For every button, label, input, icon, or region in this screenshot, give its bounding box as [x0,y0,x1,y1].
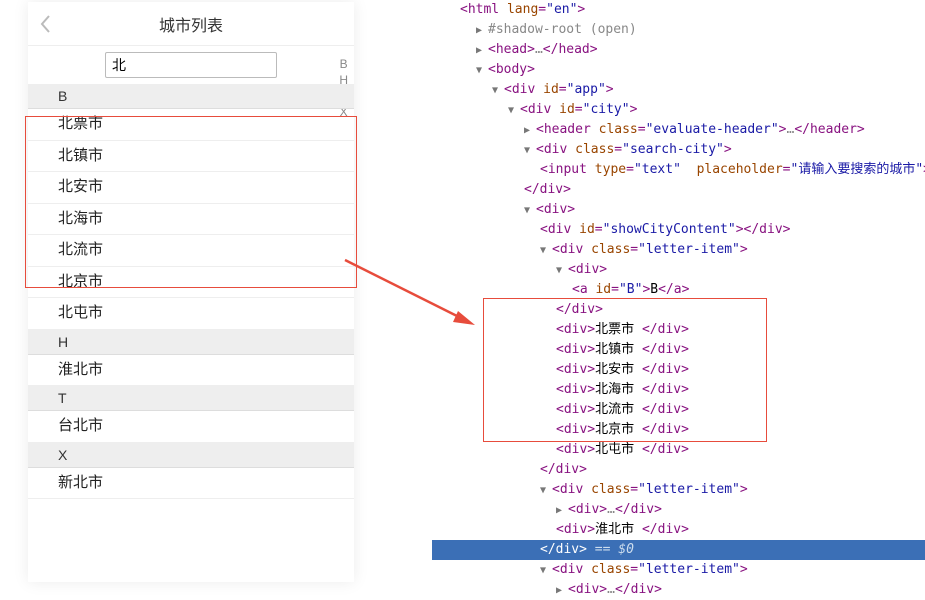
city-item[interactable]: 北屯市 [28,298,354,330]
city-list[interactable]: B 北票市 北镇市 北安市 北海市 北流市 北京市 北屯市 H 淮北市 T 台北… [28,84,354,582]
dom-node[interactable]: ▼<div class="search-city"> [432,140,925,160]
city-item[interactable]: 新北市 [28,468,354,500]
dom-node[interactable]: ▶<head>…</head> [432,40,925,60]
dom-node[interactable]: ▶<div>…</div> [432,580,925,600]
section-header-h: H [28,330,354,355]
city-item[interactable]: 北安市 [28,172,354,204]
dom-node-selected[interactable]: ⋯</div> == $0 [432,540,925,560]
city-item[interactable]: 北票市 [28,109,354,141]
back-icon[interactable] [40,14,52,34]
dom-node[interactable]: ▼<div class="letter-item"> [432,480,925,500]
dom-node[interactable]: ▼<div> [432,260,925,280]
dom-node[interactable]: ▶<div>…</div> [432,500,925,520]
dom-node[interactable]: ▼<div> [432,200,925,220]
index-letter[interactable]: B [339,56,348,72]
dom-node[interactable]: <div>北京市 </div> [432,420,925,440]
dom-node[interactable]: <div id="showCityContent"></div> [432,220,925,240]
city-item[interactable]: 台北市 [28,411,354,443]
dom-node[interactable]: </div> [432,180,925,200]
search-row [28,46,354,84]
dom-node[interactable]: <div>淮北市 </div> [432,520,925,540]
dom-node[interactable]: </div> [432,300,925,320]
dom-node[interactable]: <div>北屯市 </div> [432,440,925,460]
phone-mockup: 城市列表 B H T X B 北票市 北镇市 北安市 北海市 北流市 北京市 北… [28,2,354,582]
dom-node[interactable]: <div>北海市 </div> [432,380,925,400]
dom-node[interactable]: <html lang="en"> [432,0,925,20]
dom-node[interactable]: ▶<header class="evaluate-header">…</head… [432,120,925,140]
dom-node[interactable]: <div>北镇市 </div> [432,340,925,360]
page-title: 城市列表 [159,12,223,36]
phone-header: 城市列表 [28,2,354,46]
dom-node[interactable]: ▼<div id="city"> [432,100,925,120]
section-header-t: T [28,386,354,411]
dom-node[interactable]: ▼<div id="app"> [432,80,925,100]
section-header-b: B [28,84,354,109]
devtools-elements-panel[interactable]: <html lang="en"> ▶#shadow-root (open) ▶<… [432,0,925,600]
city-item[interactable]: 北京市 [28,267,354,299]
dom-node[interactable]: <input type="text" placeholder="请输入要搜索的城… [432,160,925,180]
dom-node[interactable]: ▼<div class="letter-item"> [432,240,925,260]
city-item[interactable]: 北镇市 [28,141,354,173]
city-item[interactable]: 北流市 [28,235,354,267]
city-item[interactable]: 北海市 [28,204,354,236]
dom-node[interactable]: <div>北票市 </div> [432,320,925,340]
search-input[interactable] [105,52,277,78]
dom-node[interactable]: <div>北安市 </div> [432,360,925,380]
city-item[interactable]: 淮北市 [28,355,354,387]
dom-node[interactable]: ▼<body> [432,60,925,80]
section-header-x: X [28,443,354,468]
dom-node[interactable]: <div>北流市 </div> [432,400,925,420]
dom-node[interactable]: ▶#shadow-root (open) [432,20,925,40]
dom-node[interactable]: <a id="B">B</a> [432,280,925,300]
dom-node[interactable]: </div> [432,460,925,480]
dom-node[interactable]: ▼<div class="letter-item"> [432,560,925,580]
